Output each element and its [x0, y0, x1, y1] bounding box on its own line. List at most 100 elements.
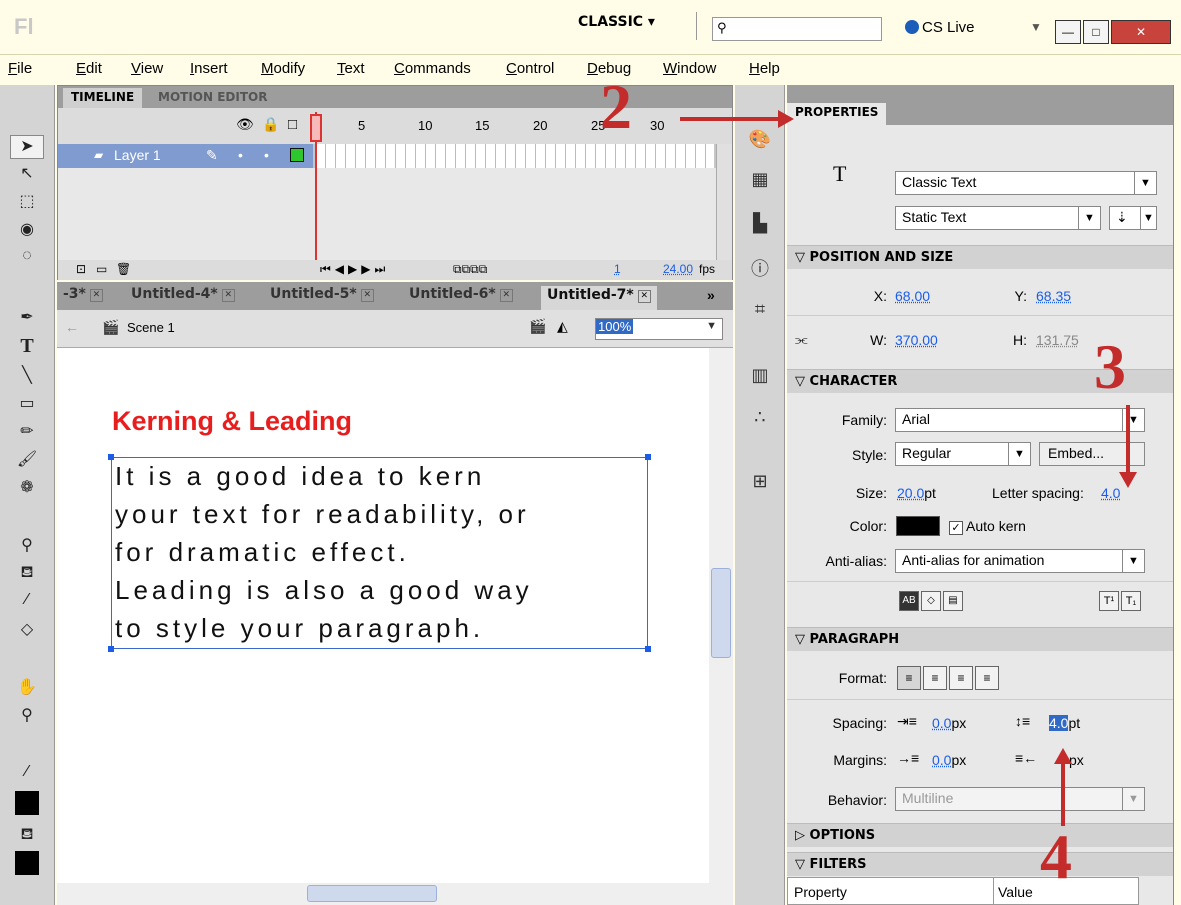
eyedropper-tool-icon[interactable]: ⁄	[10, 591, 44, 615]
menu-help[interactable]: Help	[749, 60, 780, 77]
workspace-switcher[interactable]: CLASSIC ▾	[578, 14, 655, 30]
zoom-select[interactable]: 100% ▼	[595, 318, 723, 340]
left-margin-field[interactable]: 0.0px	[932, 752, 966, 768]
motion-presets-icon[interactable]: ∴	[747, 407, 773, 431]
doc-tab[interactable]: Untitled-6* ✕	[403, 286, 519, 302]
close-icon[interactable]: ✕	[89, 289, 103, 302]
pen-tool-icon[interactable]: ✒	[10, 307, 44, 331]
close-icon[interactable]: ✕	[221, 289, 235, 302]
fill-color-icon[interactable]: ⛾	[10, 825, 44, 849]
menu-insert[interactable]: Insert	[190, 60, 228, 77]
menu-commands[interactable]: Commands	[394, 60, 471, 77]
tab-motion-editor[interactable]: MOTION EDITOR	[150, 88, 275, 108]
menu-view[interactable]: View	[131, 60, 163, 77]
text-type-select[interactable]: Classic Text ▼	[895, 171, 1157, 195]
antialias-select[interactable]: Anti-alias for animation ▼	[895, 549, 1145, 573]
playhead-handle[interactable]	[310, 114, 322, 142]
text-color-swatch[interactable]	[896, 516, 940, 536]
paint-bucket-tool-icon[interactable]: ⛾	[10, 563, 44, 587]
hand-tool-icon[interactable]: ✋	[10, 677, 44, 701]
text-orientation-select[interactable]: ⇣ ▼	[1109, 206, 1157, 230]
layer-name[interactable]: Layer 1	[114, 147, 161, 163]
color-palette-icon[interactable]: 🎨	[747, 129, 773, 153]
minimize-button[interactable]: —	[1055, 20, 1081, 44]
zoom-tool-icon[interactable]: ⚲	[10, 705, 44, 729]
back-arrow-icon[interactable]: ←	[65, 319, 79, 335]
section-paragraph[interactable]: ▽ PARAGRAPH	[787, 627, 1173, 651]
subscript-icon[interactable]: T₁	[1121, 591, 1141, 611]
close-icon[interactable]: ✕	[637, 290, 651, 303]
resize-handle[interactable]	[108, 646, 114, 652]
stroke-color-swatch[interactable]	[15, 791, 39, 815]
doc-tab[interactable]: -3* ✕	[57, 286, 109, 302]
menu-file[interactable]: File	[8, 60, 32, 77]
indent-field[interactable]: 0.0px	[932, 715, 966, 731]
scene-label[interactable]: Scene 1	[127, 320, 175, 335]
size-value[interactable]: 20.0	[897, 485, 924, 501]
eraser-tool-icon[interactable]: ◇	[10, 619, 44, 643]
letter-spacing-value[interactable]: 4.0	[1101, 485, 1120, 501]
onion-skin-icons[interactable]: ⧉⧉⧉⧉	[453, 262, 487, 277]
current-frame[interactable]: 1	[614, 262, 621, 276]
behavior-select[interactable]: Multiline ▼	[895, 787, 1145, 811]
chevron-down-icon[interactable]: ▼	[1030, 20, 1042, 34]
align-icon[interactable]: ▙	[747, 213, 773, 237]
justify-icon[interactable]: ≡	[975, 666, 999, 690]
auto-kern-checkbox[interactable]: ✓ Auto kern	[949, 518, 1026, 535]
stage-horizontal-scrollbar[interactable]	[57, 883, 733, 905]
new-folder-icon[interactable]: ▭	[96, 262, 107, 276]
left-margin-value[interactable]: 0.0	[932, 752, 951, 768]
align-left-icon[interactable]: ≡	[897, 666, 921, 690]
edit-symbols-icon[interactable]: ◭	[557, 318, 568, 335]
menu-modify[interactable]: Modify	[261, 60, 305, 77]
bone-tool-icon[interactable]: ⚲	[10, 535, 44, 559]
fps-value[interactable]: 24.00	[663, 262, 693, 276]
cs-live-button[interactable]: CS Live	[905, 19, 975, 36]
visibility-dot[interactable]: •	[238, 147, 243, 163]
menu-window[interactable]: Window	[663, 60, 716, 77]
library-icon[interactable]: ▥	[747, 365, 773, 389]
search-input[interactable]: ⚲	[712, 17, 882, 41]
frames-grid[interactable]	[316, 144, 714, 168]
tabs-overflow-icon[interactable]: »	[707, 287, 715, 303]
lasso-tool-icon[interactable]: ◌	[10, 247, 44, 271]
pencil-tool-icon[interactable]: ✏	[10, 421, 44, 445]
font-family-select[interactable]: Arial ▼	[895, 408, 1145, 432]
tab-properties[interactable]: PROPERTIES	[787, 103, 887, 125]
text-tool-icon[interactable]: T	[10, 335, 44, 359]
brush-tool-icon[interactable]: 🖌	[10, 449, 44, 473]
fill-color-swatch[interactable]	[15, 851, 39, 875]
w-value[interactable]: 370.00	[895, 332, 938, 348]
border-icon[interactable]: ▤	[943, 591, 963, 611]
indent-value[interactable]: 0.0	[932, 715, 951, 731]
selection-tool-icon[interactable]: ➤	[10, 135, 44, 159]
line-tool-icon[interactable]: ╲	[10, 365, 44, 389]
render-html-icon[interactable]: ◇	[921, 591, 941, 611]
section-filters[interactable]: ▽ FILTERS	[787, 852, 1173, 876]
maximize-button[interactable]: □	[1083, 20, 1109, 44]
info-icon[interactable]: ⓘ	[747, 255, 773, 279]
layer-row[interactable]: ▰ Layer 1 ✎ • •	[58, 144, 313, 168]
close-icon[interactable]: ✕	[499, 289, 513, 302]
stage-vertical-scrollbar[interactable]	[709, 348, 733, 883]
link-lock-icon[interactable]: ⫘	[795, 331, 808, 348]
section-options[interactable]: ▷ OPTIONS	[787, 823, 1173, 847]
doc-tab[interactable]: Untitled-4* ✕	[125, 286, 241, 302]
free-transform-tool-icon[interactable]: ⬚	[10, 191, 44, 215]
outline-icon[interactable]: □	[288, 116, 297, 133]
close-icon[interactable]: ✕	[360, 289, 374, 302]
align-center-icon[interactable]: ≡	[923, 666, 947, 690]
align-right-icon[interactable]: ≡	[949, 666, 973, 690]
doc-tab[interactable]: Untitled-5* ✕	[264, 286, 380, 302]
section-position-and-size[interactable]: ▽ POSITION AND SIZE	[787, 245, 1173, 269]
close-button[interactable]: ✕	[1111, 20, 1171, 44]
scroll-thumb[interactable]	[711, 568, 731, 658]
superscript-icon[interactable]: T¹	[1099, 591, 1119, 611]
resize-handle[interactable]	[645, 454, 651, 460]
3d-rotation-tool-icon[interactable]: ◉	[10, 219, 44, 243]
text-kind-select[interactable]: Static Text ▼	[895, 206, 1101, 230]
timeline-scrollbar[interactable]	[716, 144, 732, 260]
delete-icon[interactable]: 🗑	[116, 262, 131, 276]
stage-heading[interactable]: Kerning & Leading	[112, 406, 352, 437]
components-icon[interactable]: ⊞	[747, 471, 773, 495]
